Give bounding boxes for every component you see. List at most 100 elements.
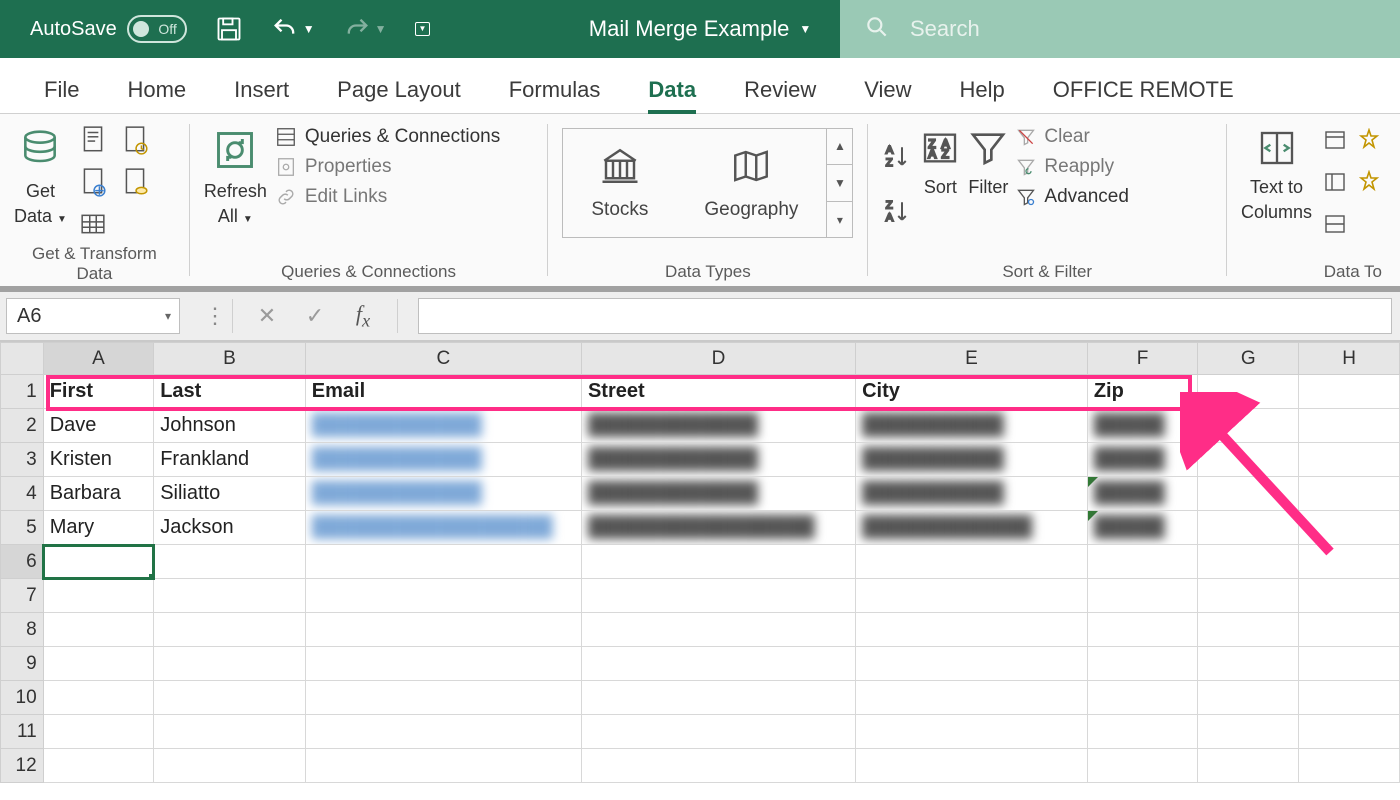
- recent-sources-icon[interactable]: [117, 122, 153, 158]
- cell-selected[interactable]: [43, 545, 154, 579]
- cell[interactable]: [1299, 477, 1400, 511]
- cell[interactable]: ████████████: [305, 409, 581, 443]
- column-header-C[interactable]: C: [305, 343, 581, 375]
- tab-formulas[interactable]: Formulas: [485, 77, 625, 113]
- cell[interactable]: ████████████████: [581, 511, 855, 545]
- cell[interactable]: ████████████: [581, 477, 855, 511]
- cell[interactable]: [856, 647, 1088, 681]
- cell[interactable]: ████████████: [305, 443, 581, 477]
- cell[interactable]: First: [43, 375, 154, 409]
- search-input[interactable]: [908, 15, 1376, 43]
- cell[interactable]: Frankland: [154, 443, 306, 477]
- cell[interactable]: City: [856, 375, 1088, 409]
- get-data-button[interactable]: Get Data ▼: [14, 128, 67, 227]
- cell[interactable]: [1198, 749, 1299, 783]
- reapply-button[interactable]: Reapply: [1016, 156, 1129, 178]
- tab-help[interactable]: Help: [936, 77, 1029, 113]
- data-validation-icon[interactable]: [1320, 164, 1350, 200]
- cell[interactable]: [1299, 749, 1400, 783]
- from-web-icon[interactable]: [75, 164, 111, 200]
- autosave-toggle[interactable]: AutoSave Off: [30, 15, 187, 43]
- cell[interactable]: [154, 647, 306, 681]
- cell[interactable]: [856, 613, 1088, 647]
- row-header[interactable]: 7: [1, 579, 44, 613]
- cell[interactable]: Email: [305, 375, 581, 409]
- cell[interactable]: [856, 545, 1088, 579]
- from-text-icon[interactable]: [75, 122, 111, 158]
- cell[interactable]: [1198, 375, 1299, 409]
- cell[interactable]: Johnson: [154, 409, 306, 443]
- cell[interactable]: [856, 715, 1088, 749]
- cell[interactable]: [43, 749, 154, 783]
- chevron-down-icon[interactable]: ▼: [303, 22, 315, 36]
- cell[interactable]: Zip: [1087, 375, 1197, 409]
- consolidate-icon[interactable]: [1356, 164, 1386, 200]
- cell[interactable]: ████████████: [305, 477, 581, 511]
- cell[interactable]: Barbara: [43, 477, 154, 511]
- tab-file[interactable]: File: [20, 77, 103, 113]
- row-header[interactable]: 4: [1, 477, 44, 511]
- tab-review[interactable]: Review: [720, 77, 840, 113]
- row-header[interactable]: 9: [1, 647, 44, 681]
- cell[interactable]: [1299, 375, 1400, 409]
- existing-connections-icon[interactable]: [117, 164, 153, 200]
- tab-insert[interactable]: Insert: [210, 77, 313, 113]
- cell[interactable]: [1198, 681, 1299, 715]
- cell[interactable]: [305, 613, 581, 647]
- cell[interactable]: Mary: [43, 511, 154, 545]
- cell[interactable]: [1299, 545, 1400, 579]
- row-header[interactable]: 8: [1, 613, 44, 647]
- cell[interactable]: [581, 647, 855, 681]
- cell[interactable]: [154, 715, 306, 749]
- from-table-icon[interactable]: [75, 206, 111, 242]
- row-header[interactable]: 6: [1, 545, 44, 579]
- filter-button[interactable]: Filter: [968, 128, 1008, 198]
- tab-page-layout[interactable]: Page Layout: [313, 77, 485, 113]
- geography-button[interactable]: Geography: [676, 137, 826, 229]
- chevron-down-icon[interactable]: ▼: [375, 22, 387, 36]
- chevron-up-icon[interactable]: ▲: [827, 128, 852, 165]
- row-header[interactable]: 12: [1, 749, 44, 783]
- drag-handle-icon[interactable]: ⋮: [204, 303, 222, 329]
- qat-customize-icon[interactable]: ▼: [415, 22, 431, 36]
- column-header-E[interactable]: E: [856, 343, 1088, 375]
- cell[interactable]: Dave: [43, 409, 154, 443]
- cell[interactable]: [43, 681, 154, 715]
- cell[interactable]: Street: [581, 375, 855, 409]
- cell[interactable]: [1198, 409, 1299, 443]
- cell[interactable]: [1087, 681, 1197, 715]
- cell[interactable]: [43, 647, 154, 681]
- cell[interactable]: █████████████████: [305, 511, 581, 545]
- cell[interactable]: [154, 579, 306, 613]
- cell[interactable]: [1299, 715, 1400, 749]
- cell[interactable]: Last: [154, 375, 306, 409]
- cell[interactable]: [1299, 409, 1400, 443]
- column-header-H[interactable]: H: [1299, 343, 1400, 375]
- tab-data[interactable]: Data: [624, 77, 720, 113]
- row-header[interactable]: 10: [1, 681, 44, 715]
- flash-fill-icon[interactable]: [1320, 122, 1350, 158]
- redo-button[interactable]: ▼: [343, 15, 387, 43]
- cell[interactable]: ██████████: [856, 443, 1088, 477]
- cell[interactable]: [305, 715, 581, 749]
- select-all-corner[interactable]: [1, 343, 44, 375]
- edit-links-button[interactable]: Edit Links: [275, 186, 500, 208]
- column-header-F[interactable]: F: [1087, 343, 1197, 375]
- cell[interactable]: [1198, 579, 1299, 613]
- cell[interactable]: [43, 579, 154, 613]
- row-header[interactable]: 5: [1, 511, 44, 545]
- advanced-button[interactable]: Advanced: [1016, 186, 1129, 208]
- queries-connections-button[interactable]: Queries & Connections: [275, 126, 500, 148]
- row-header[interactable]: 11: [1, 715, 44, 749]
- tab-home[interactable]: Home: [103, 77, 210, 113]
- cell[interactable]: [1087, 749, 1197, 783]
- column-header-G[interactable]: G: [1198, 343, 1299, 375]
- formula-input[interactable]: [418, 298, 1392, 334]
- column-header-A[interactable]: A: [43, 343, 154, 375]
- row-header[interactable]: 2: [1, 409, 44, 443]
- cell[interactable]: [43, 613, 154, 647]
- cell[interactable]: [1299, 613, 1400, 647]
- cell[interactable]: [581, 681, 855, 715]
- cell[interactable]: [1198, 511, 1299, 545]
- cell[interactable]: [1198, 477, 1299, 511]
